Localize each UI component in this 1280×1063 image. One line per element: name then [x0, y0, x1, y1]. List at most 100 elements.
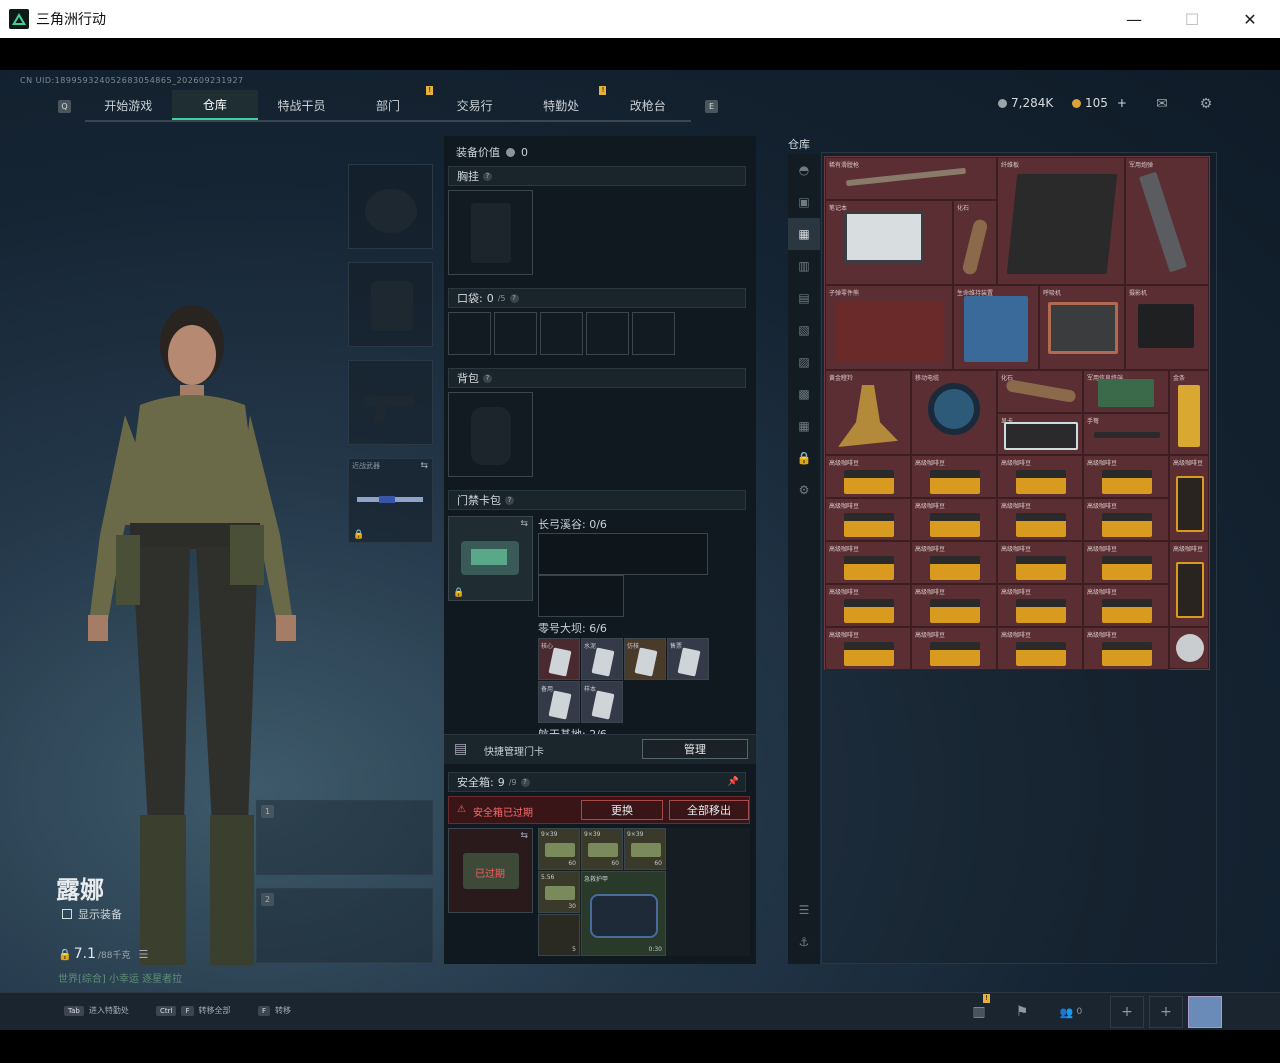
coffee-beans-item[interactable]: 高级咖啡豆 [997, 627, 1083, 670]
category-icon[interactable]: ▧ [788, 314, 820, 346]
keycard-grid[interactable] [538, 533, 708, 575]
warehouse-item[interactable]: 笔记本 [825, 200, 953, 285]
keycard-item[interactable]: 备用 [538, 681, 580, 723]
warehouse-item[interactable]: 呼吸机 [1039, 285, 1125, 370]
checkbox-icon[interactable] [62, 909, 72, 919]
ticket-balance[interactable]: 105 + [1072, 96, 1127, 110]
show-equipment-toggle[interactable]: 显示装备 [62, 906, 122, 922]
tab-department[interactable]: 部门! [345, 86, 434, 120]
hafu-coin-balance[interactable]: 7,284K [998, 96, 1053, 110]
keycard-item[interactable]: 样本 [581, 681, 623, 723]
tab-market[interactable]: 交易行 [431, 90, 518, 120]
ammo-item[interactable]: 5.56 30 [538, 871, 580, 913]
keycard-item[interactable]: 售票 [667, 638, 709, 680]
keycard-item[interactable]: 水泥 [581, 638, 623, 680]
friends-icon[interactable]: 👥 0 [1054, 996, 1088, 1028]
coffee-beans-item[interactable]: 高级咖啡豆 [997, 584, 1083, 627]
coffee-beans-item[interactable]: 高级咖啡豆 [911, 627, 997, 670]
warehouse-item[interactable]: 化石 [997, 370, 1083, 413]
warehouse-item[interactable]: 移动电缆 [911, 370, 997, 455]
sort-icon[interactable]: ⚓ [788, 926, 820, 958]
move-all-out-button[interactable]: 全部移出 [669, 800, 749, 820]
safe-box-slot[interactable]: 已过期 ⇆ [448, 828, 533, 913]
flag-icon[interactable]: ⚑ [1005, 996, 1039, 1028]
mail-icon[interactable]: ✉ [1153, 96, 1171, 112]
stats-chart-icon[interactable]: ▥! [962, 994, 996, 1028]
pistol-slot[interactable] [348, 360, 433, 445]
tab-special-ops[interactable]: 特勤处! [518, 86, 607, 120]
warehouse-item[interactable]: 显卡 [997, 413, 1083, 455]
swap-icon[interactable]: ⇆ [420, 461, 428, 471]
minimize-button[interactable]: — [1105, 0, 1163, 38]
armor-category-icon[interactable]: ▣ [788, 186, 820, 218]
swap-icon[interactable]: ⇆ [520, 519, 528, 529]
help-icon[interactable]: ? [483, 171, 492, 181]
keycard-grid[interactable] [538, 575, 624, 617]
settings-gear-icon[interactable]: ⚙ [788, 474, 820, 506]
tab-operators[interactable]: 特战干员 [258, 90, 345, 120]
coffee-beans-item[interactable]: 高级咖啡豆 [997, 498, 1083, 541]
category-icon[interactable]: ▤ [788, 282, 820, 314]
help-icon[interactable]: ? [505, 495, 514, 505]
category-icon[interactable]: ▥ [788, 250, 820, 282]
category-icon[interactable]: ▩ [788, 378, 820, 410]
list-icon[interactable]: ☰ [138, 948, 148, 961]
settings-gear-icon[interactable]: ⚙ [1197, 96, 1215, 112]
helmet-category-icon[interactable]: ◓ [788, 154, 820, 186]
coffee-beans-item[interactable]: 高级咖啡豆 [1083, 455, 1169, 498]
ammo-item[interactable]: 9×39 60 [538, 828, 580, 870]
warehouse-item[interactable]: 金条 [1169, 370, 1209, 455]
transfer-hint[interactable]: F 转移 [258, 1005, 291, 1016]
keycard-case-slot[interactable]: ⇆ 🔒 [448, 516, 533, 601]
armor-plate-item[interactable]: 急救护甲 0:30 [581, 871, 666, 956]
coffee-beans-item[interactable]: 高级咖啡豆 [911, 498, 997, 541]
add-teammate-button[interactable]: + [1149, 996, 1183, 1028]
coffee-beans-item[interactable]: 高级咖啡豆 [825, 455, 911, 498]
armor-slot[interactable] [348, 262, 433, 347]
tab-start-game[interactable]: 开始游戏 [85, 90, 172, 120]
coffee-beans-item[interactable]: 高级咖啡豆 [997, 455, 1083, 498]
warehouse-item[interactable]: 军用炮弹 [1125, 157, 1209, 285]
pin-icon[interactable]: 📌 [728, 777, 739, 787]
pocket-slot[interactable] [586, 312, 629, 355]
tab-gunsmith[interactable]: 改枪台 [604, 90, 691, 120]
lock-icon[interactable]: 🔒 [788, 442, 820, 474]
avatar[interactable] [1188, 996, 1222, 1028]
all-items-category-icon[interactable]: ▦ [788, 218, 820, 250]
maximize-button[interactable]: ☐ [1163, 0, 1221, 38]
keycard-item[interactable]: 核心 [538, 638, 580, 680]
add-teammate-button[interactable]: + [1110, 996, 1144, 1028]
warehouse-item[interactable]: 子弹零件熊 [825, 285, 953, 370]
coffee-beans-item[interactable]: 高级咖啡豆 [825, 541, 911, 584]
coffee-beans-item[interactable]: 高级咖啡豆 [911, 584, 997, 627]
primary-weapon-slot[interactable]: 1 [256, 800, 433, 875]
pocket-slot[interactable] [632, 312, 675, 355]
coffee-beans-item[interactable]: 高级咖啡豆 [911, 455, 997, 498]
warehouse-item[interactable]: 摄影机 [1125, 285, 1209, 370]
enter-special-ops-hint[interactable]: Tab 进入特勤处 [64, 1005, 129, 1016]
coffee-bag-item[interactable]: 高级咖啡豆 [1169, 455, 1209, 541]
help-icon[interactable]: ? [483, 373, 492, 383]
melee-slot[interactable]: 近战武器 ⇆ 🔒 [348, 458, 433, 543]
coffee-beans-item[interactable]: 高级咖啡豆 [997, 541, 1083, 584]
coffee-beans-item[interactable]: 高级咖啡豆 [825, 498, 911, 541]
keycard-item[interactable]: 仿核 [624, 638, 666, 680]
pocket-slot[interactable] [448, 312, 491, 355]
warehouse-item[interactable]: 军用信息终端 [1083, 370, 1169, 413]
transfer-all-hint[interactable]: Ctrl F 转移全部 [156, 1005, 231, 1016]
coffee-bag-item[interactable]: 高级咖啡豆 [1169, 541, 1209, 627]
coffee-beans-item[interactable]: 高级咖啡豆 [1083, 627, 1169, 670]
swap-icon[interactable]: ⇆ [520, 831, 528, 841]
category-icon[interactable]: ▦ [788, 410, 820, 442]
pocket-slot[interactable] [540, 312, 583, 355]
coffee-beans-item[interactable]: 高级咖啡豆 [911, 541, 997, 584]
layers-icon[interactable]: ☰ [788, 894, 820, 926]
coffee-beans-item[interactable]: 高级咖啡豆 [1083, 584, 1169, 627]
close-button[interactable]: ✕ [1221, 0, 1279, 38]
pocket-slot[interactable] [494, 312, 537, 355]
ammo-item[interactable]: 9×39 60 [624, 828, 666, 870]
warehouse-item[interactable]: 纤维板 [997, 157, 1125, 285]
secondary-weapon-slot[interactable]: 2 [256, 888, 433, 963]
help-icon[interactable]: ? [509, 293, 519, 303]
warehouse-item[interactable]: 手弩 [1083, 413, 1169, 455]
